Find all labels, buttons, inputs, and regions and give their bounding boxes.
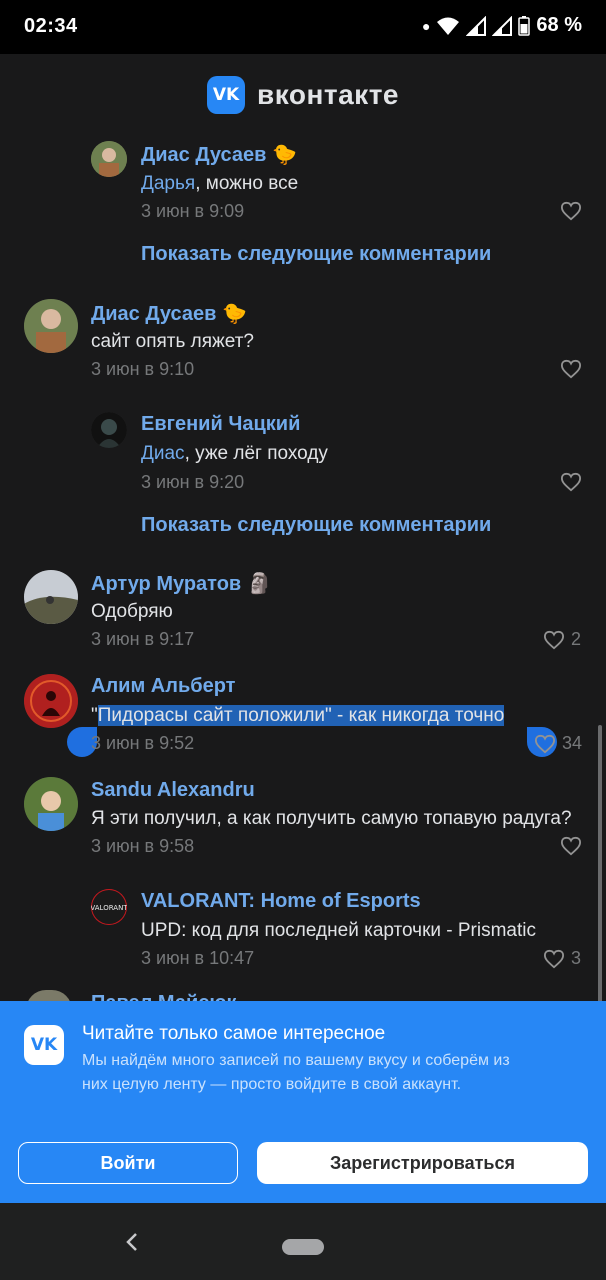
system-navigation-bar [0,1203,606,1280]
like-button[interactable] [560,201,582,221]
show-more-comments-link[interactable]: Показать следующие комментарии [141,243,491,266]
login-button[interactable]: Войти [18,1142,238,1184]
heart-icon [560,836,582,856]
signal-icon [466,15,487,36]
heart-icon [543,630,565,649]
svg-text:VALORANT: VALORANT [91,904,127,912]
avatar-photo-icon [24,674,78,728]
battery-icon [518,15,531,36]
comment-date[interactable]: 3 июн в 9:20 [141,472,244,493]
avatar-photo-icon [91,141,127,177]
comment-text: UPD: код для последней карточки - Prisma… [141,920,536,941]
like-button[interactable]: 3 [543,948,581,969]
vk-logo-icon[interactable]: VK [207,76,246,114]
notification-dot-icon: ● [421,17,431,34]
comment-author[interactable]: Евгений Чацкий [141,413,300,436]
comment-text: Одобряю [91,601,173,622]
app-header: VK вконтакте [0,54,606,136]
avatar[interactable] [24,299,78,353]
status-bar: 02:34 ● 68 % [0,0,606,54]
comment-text: "Пидорасы сайт положили" - как никогда т… [91,705,505,726]
like-count: 3 [571,948,582,968]
emoji-icon: 🐤 [272,144,298,166]
like-button[interactable]: 2 [543,629,581,650]
register-button[interactable]: Зарегистрироваться [257,1142,588,1184]
like-button[interactable] [560,472,582,492]
avatar-photo-icon [24,570,78,624]
promo-description: Мы найдём много записей по вашему вкусу … [82,1052,510,1093]
avatar-photo-icon [91,412,127,448]
emoji-icon: 🐤 [222,303,248,325]
selected-text[interactable]: Пидорасы сайт положили" - как никогда то… [97,705,505,726]
emoji-icon: 🗿 [247,573,273,595]
like-button[interactable]: 34 [534,733,582,754]
comment-date[interactable]: 3 июн в 10:47 [141,948,254,969]
avatar[interactable] [91,412,127,448]
home-pill-button[interactable] [282,1239,324,1255]
back-icon[interactable] [121,1231,143,1253]
avatar[interactable] [24,777,78,831]
mention-link[interactable]: Дарья [141,173,195,194]
avatar-photo-icon [24,777,78,831]
comment-date[interactable]: 3 июн в 9:17 [91,629,194,650]
avatar[interactable] [91,141,127,177]
show-more-comments-link[interactable]: Показать следующие комментарии [141,514,491,537]
signal-icon-2 [492,15,513,36]
scrollbar[interactable] [598,725,602,1015]
comment-date[interactable]: 3 июн в 9:09 [141,201,244,222]
comment-author[interactable]: Алим Альберт [91,675,235,698]
comment-date[interactable]: 3 июн в 9:52 [91,733,194,754]
avatar-photo-icon [24,299,78,353]
like-button[interactable] [560,359,582,379]
status-time: 02:34 [24,15,78,37]
avatar[interactable] [24,674,78,728]
heart-icon [560,472,582,492]
battery-level: 68 % [536,14,582,36]
comment-date[interactable]: 3 июн в 9:58 [91,836,194,857]
brand-name: вконтакте [257,79,399,110]
comment-text: Я эти получил, а как получить самую топа… [91,808,572,829]
heart-icon [560,201,582,221]
signup-promo-banner: VK Читайте только самое интересное Мы на… [0,1001,606,1203]
like-count: 2 [571,629,582,649]
like-button[interactable] [560,836,582,856]
heart-icon [543,949,565,968]
avatar[interactable] [24,570,78,624]
comment-text: Дарья, можно все [141,173,299,194]
mention-link[interactable]: Диас [141,443,185,464]
comment-date[interactable]: 3 июн в 9:10 [91,359,194,380]
comment-text: Диас, уже лёг походу [141,443,328,464]
valorant-logo-icon: VALORANT [91,889,127,925]
like-count: 34 [562,733,583,753]
status-icons: ● 68 % [422,14,582,37]
promo-title: Читайте только самое интересное [82,1023,386,1044]
comment-text: сайт опять ляжет? [91,331,254,352]
comment-author[interactable]: Диас Дусаев 🐤 [91,301,247,326]
vk-logo-icon: VK [24,1025,64,1065]
avatar[interactable]: VALORANT [91,889,127,925]
comment-author[interactable]: VALORANT: Home of Esports [141,890,421,913]
comment-author[interactable]: Артур Муратов 🗿 [91,571,272,596]
wifi-icon [437,17,460,35]
heart-icon [534,734,556,753]
heart-icon [560,359,582,379]
comment-author[interactable]: Sandu Alexandru [91,779,255,802]
comment-author[interactable]: Диас Дусаев 🐤 [141,142,297,167]
